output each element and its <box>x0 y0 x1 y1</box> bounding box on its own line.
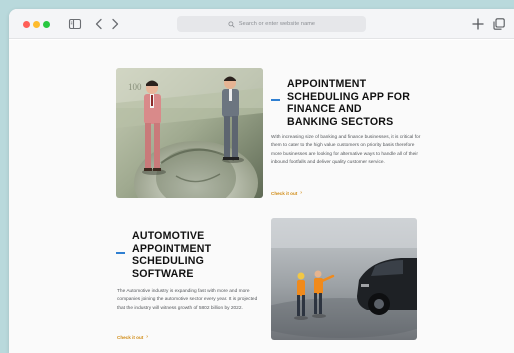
title-accent-line <box>271 99 280 101</box>
browser-toolbar: Search or enter website name <box>9 9 514 39</box>
plus-icon[interactable] <box>471 17 485 31</box>
section-body-finance: With increasing size of banking and fina… <box>271 135 421 166</box>
minimize-window-button[interactable] <box>33 21 40 28</box>
tabs-overview-icon[interactable] <box>492 17 506 31</box>
link-label: Check it out <box>271 190 298 196</box>
search-icon <box>228 20 235 28</box>
title-accent-line <box>116 252 125 254</box>
section-body-automotive: The Automotive industry is expanding fas… <box>117 289 258 311</box>
title-line: APPOINTMENT <box>132 242 212 255</box>
page-content: 100 APPOINTMENT SCHEDULING APP FOR FINAN… <box>9 40 514 353</box>
title-line: FINANCE AND <box>287 103 362 115</box>
close-window-button[interactable] <box>23 21 30 28</box>
svg-text:100: 100 <box>128 82 142 92</box>
title-line: BANKING SECTORS <box>287 115 394 128</box>
chevron-right-icon[interactable] <box>108 17 122 31</box>
title-line: APPOINTMENT <box>287 78 367 90</box>
address-placeholder: Search or enter website name <box>238 21 316 27</box>
chevron-left-icon[interactable] <box>92 17 106 31</box>
section-title-automotive: AUTOMOTIVE APPOINTMENT SCHEDULING SOFTWA… <box>132 230 252 280</box>
check-it-out-link[interactable]: Check it out › <box>271 190 302 196</box>
link-label: Check it out <box>117 334 144 340</box>
address-bar[interactable]: Search or enter website name <box>177 16 366 32</box>
automotive-banner-image <box>271 218 417 340</box>
arrow-right-icon: › <box>300 190 302 196</box>
arrow-right-icon: › <box>146 334 148 340</box>
title-line: SOFTWARE <box>132 267 194 280</box>
title-line: AUTOMOTIVE <box>132 230 205 242</box>
sidebar-icon[interactable] <box>68 17 82 31</box>
browser-window: Search or enter website name 100 APPOINT… <box>9 9 514 353</box>
check-it-out-link[interactable]: Check it out › <box>117 334 148 340</box>
zoom-window-button[interactable] <box>43 21 50 28</box>
title-line: SCHEDULING <box>132 255 205 267</box>
finance-banner-image: 100 <box>116 68 263 198</box>
title-line: SCHEDULING APP FOR <box>287 90 411 103</box>
section-title-finance: APPOINTMENT SCHEDULING APP FOR FINANCE A… <box>287 78 437 128</box>
